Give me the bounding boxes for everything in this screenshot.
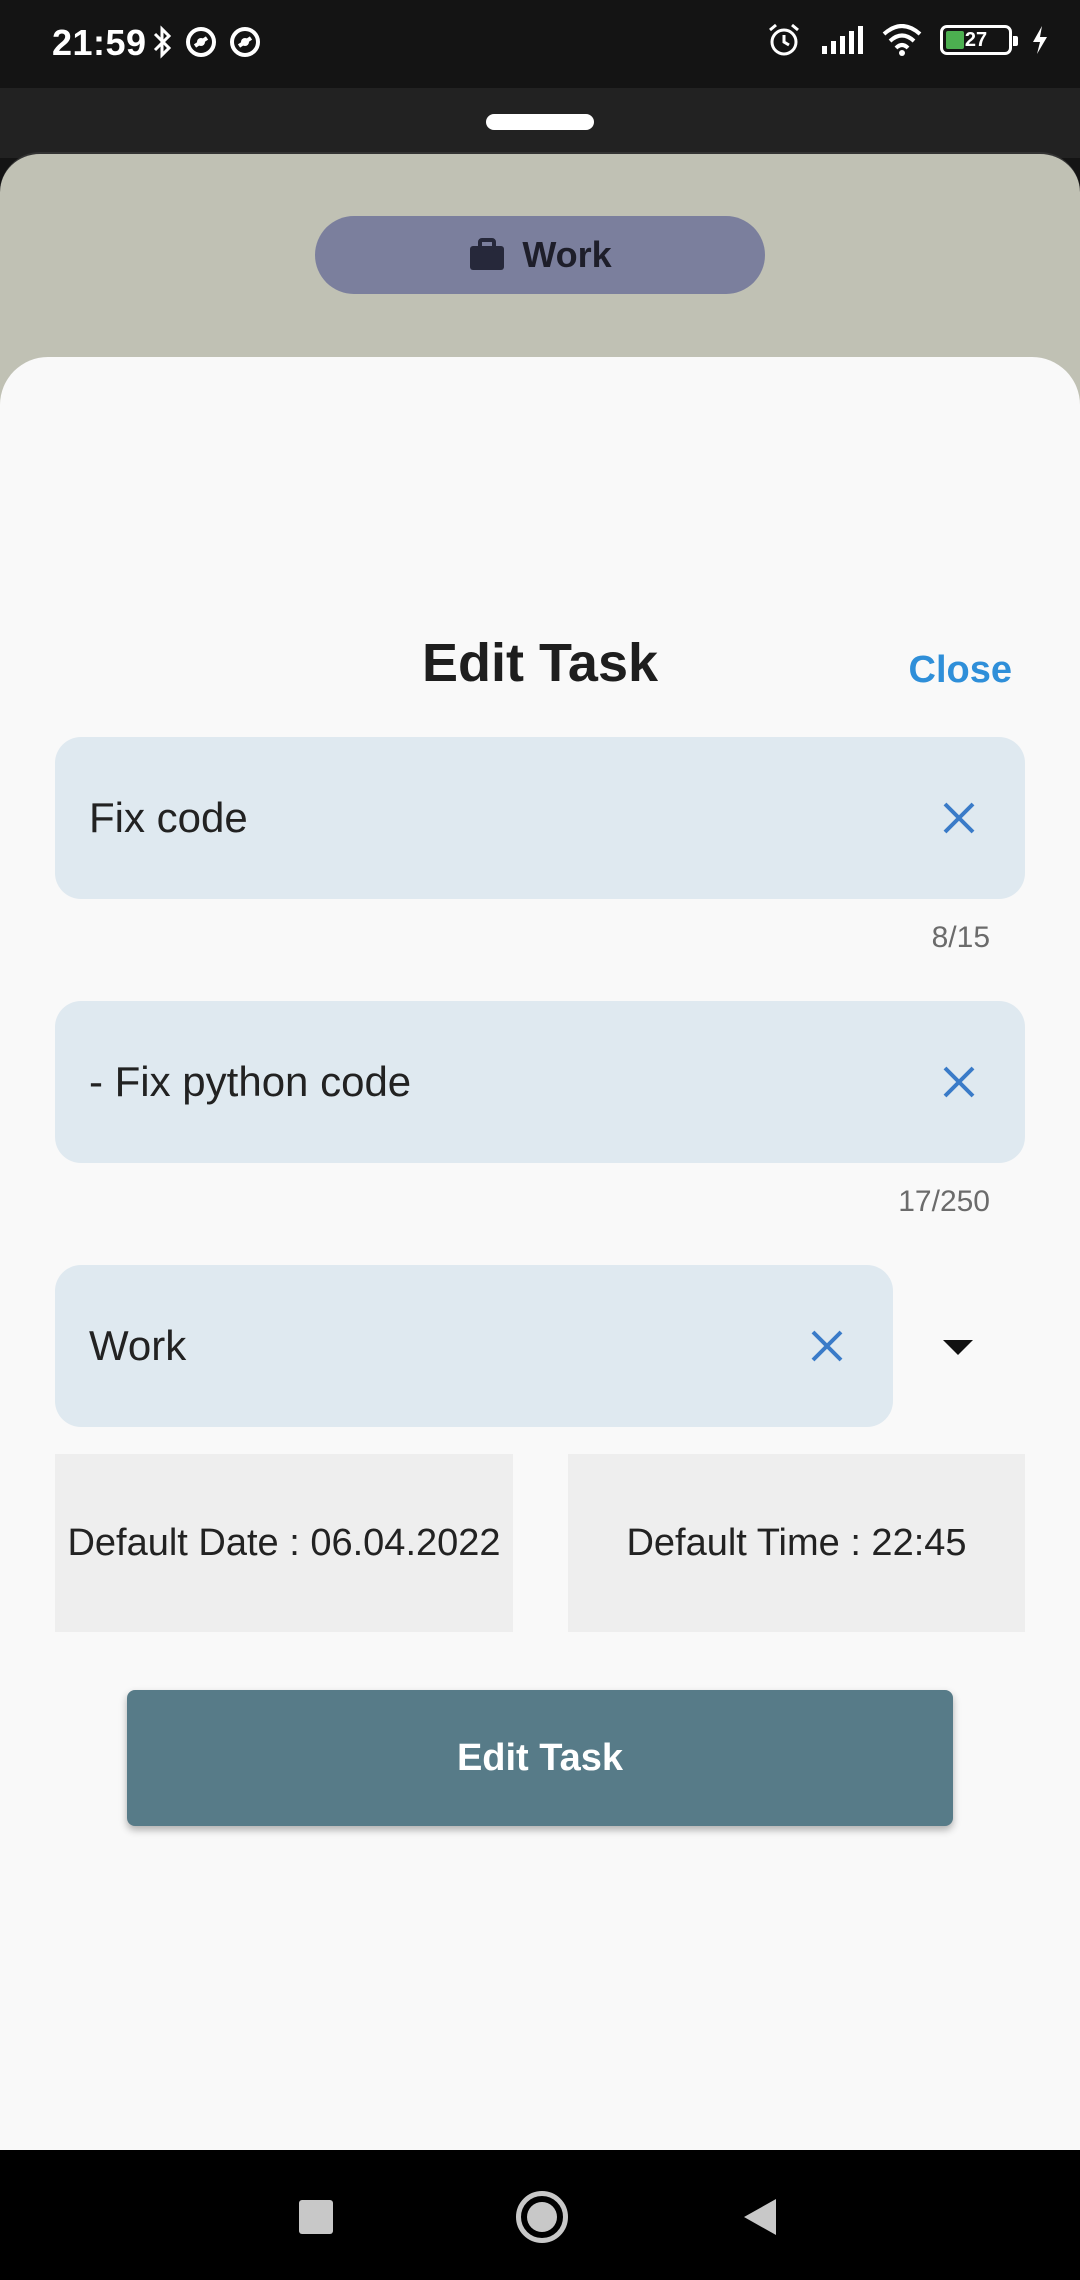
home-icon-inner xyxy=(527,2202,557,2232)
dropdown-arrow-icon[interactable] xyxy=(943,1340,973,1355)
task-description-value: - Fix python code xyxy=(89,1058,412,1105)
recent-apps-icon[interactable] xyxy=(299,2200,333,2234)
battery-fill xyxy=(946,31,964,49)
date-label: Default Date : 06.04.2022 xyxy=(67,1521,501,1564)
battery-icon: 27 xyxy=(940,25,1018,55)
task-title-value: Fix code xyxy=(89,794,248,841)
title-char-counter: 8/15 xyxy=(931,921,990,954)
vpn-icon xyxy=(230,27,260,57)
task-title-field[interactable]: Fix code xyxy=(55,737,1025,899)
edit-task-button-label: Edit Task xyxy=(456,1736,624,1779)
alarm-icon xyxy=(769,23,799,56)
task-category-value: Work xyxy=(89,1322,187,1369)
task-category-field[interactable]: Work xyxy=(55,1265,893,1427)
signal-icon xyxy=(822,26,863,54)
clear-icon[interactable] xyxy=(805,1324,849,1368)
date-picker-button[interactable]: Default Date : 06.04.2022 xyxy=(55,1454,513,1632)
battery-level: 27 xyxy=(964,28,988,51)
vpn-icon xyxy=(186,27,216,57)
description-char-counter: 17/250 xyxy=(898,1185,990,1218)
time-label: Default Time : 22:45 xyxy=(626,1521,967,1564)
time-picker-button[interactable]: Default Time : 22:45 xyxy=(568,1454,1025,1632)
status-right-icons: 27 xyxy=(766,22,1050,58)
edit-task-button[interactable]: Edit Task xyxy=(127,1690,953,1826)
category-chip-label: Work xyxy=(522,234,612,275)
bluetooth-icon xyxy=(153,25,172,59)
home-icon[interactable] xyxy=(516,2191,568,2243)
task-description-field[interactable]: - Fix python code xyxy=(55,1001,1025,1163)
clear-icon[interactable] xyxy=(937,1060,981,1104)
clear-icon[interactable] xyxy=(937,796,981,840)
back-icon[interactable] xyxy=(744,2199,776,2235)
status-left-icons xyxy=(152,24,262,60)
category-chip[interactable]: Work xyxy=(315,216,765,294)
wifi-icon xyxy=(882,24,922,56)
edit-task-sheet: Edit Task Close Fix code 8/15 - Fix pyth… xyxy=(0,357,1080,2150)
briefcase-icon xyxy=(470,238,505,270)
charging-icon xyxy=(1033,26,1047,54)
sheet-handle[interactable] xyxy=(486,114,594,130)
status-bar: 21:59 27 xyxy=(0,0,1080,88)
navigation-bar xyxy=(0,2150,1080,2280)
status-time: 21:59 xyxy=(52,22,147,63)
close-button[interactable]: Close xyxy=(909,649,1012,692)
